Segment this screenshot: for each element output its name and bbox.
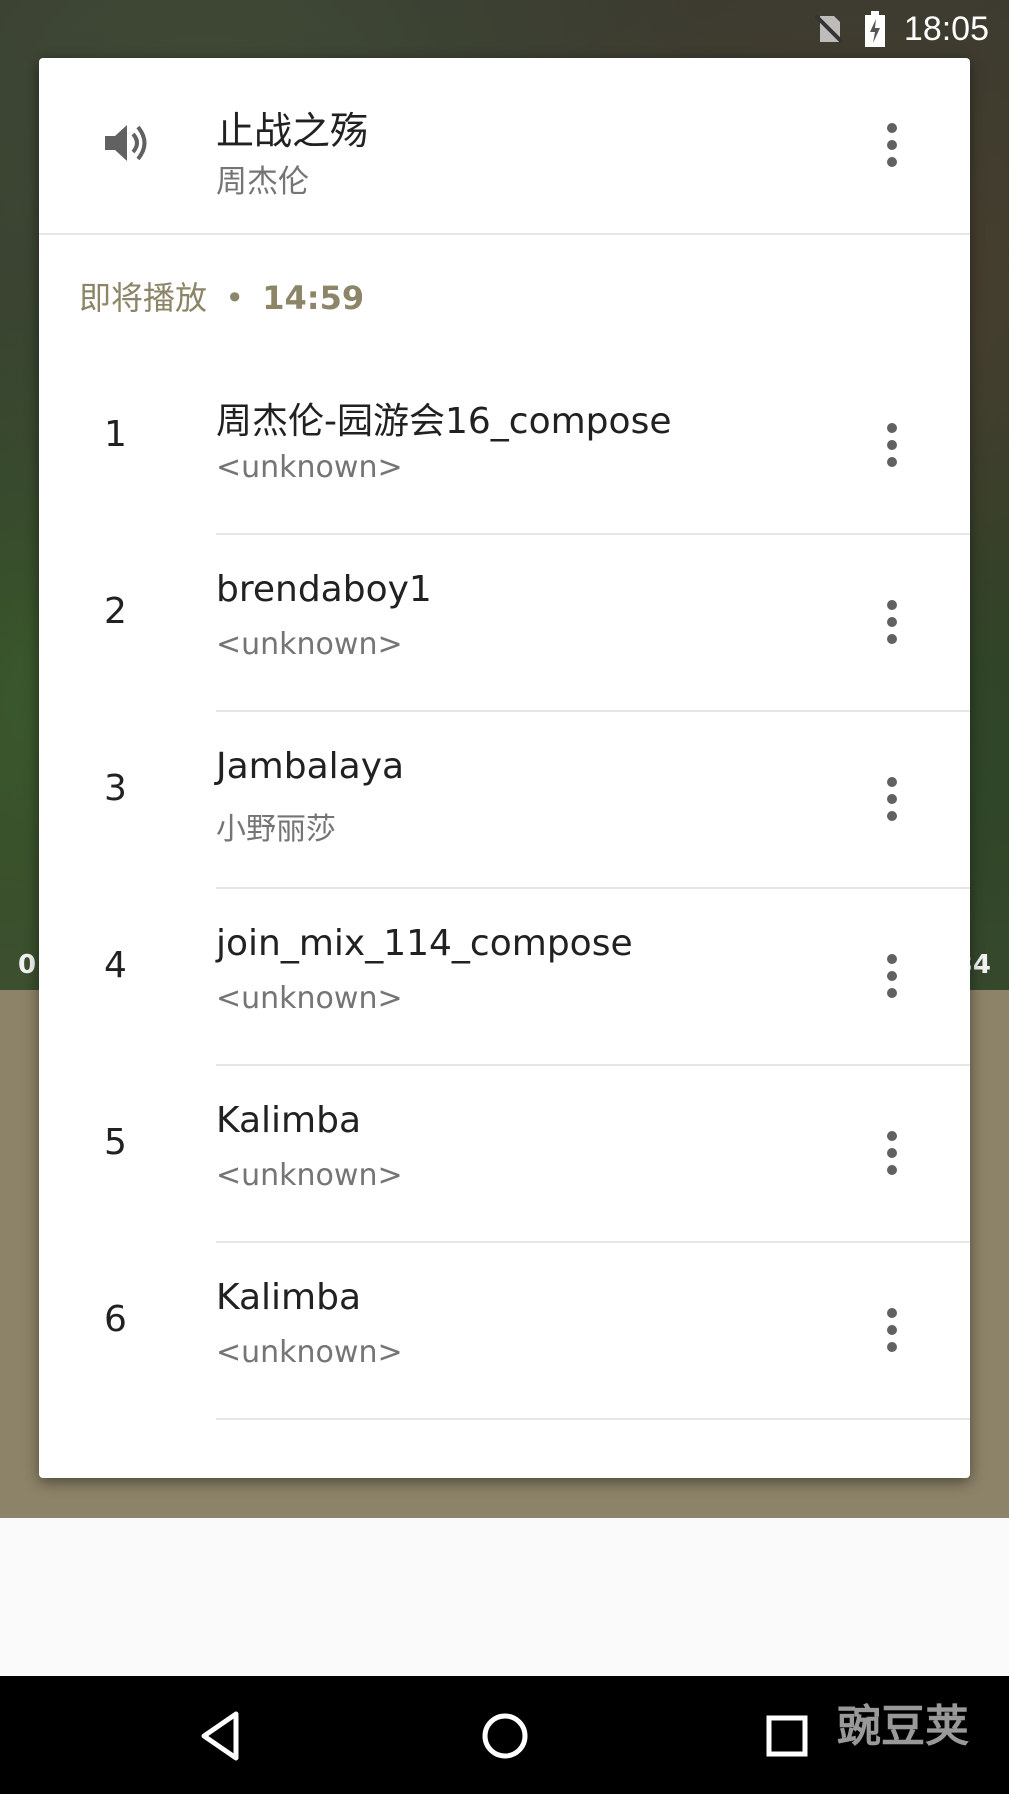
up-next-duration: 14:59 [262,279,365,317]
up-next-label: 即将播放 [79,279,208,317]
track-number: 4 [104,945,127,986]
more-options-icon[interactable] [872,415,912,475]
more-options-icon[interactable] [872,592,912,652]
recent-apps-icon[interactable] [757,1706,817,1766]
more-options-icon[interactable] [872,1123,912,1183]
track-number: 6 [104,1299,127,1340]
track-artist: <unknown> [216,450,403,485]
queue-item[interactable]: 1 周杰伦-园游会16_compose <unknown> [39,358,970,535]
queue-item[interactable]: 5 Kalimba <unknown> [39,1066,970,1243]
now-playing-row[interactable]: 止战之殇 周杰伦 [39,58,970,235]
now-playing-artist: 周杰伦 [216,164,309,200]
more-options-icon[interactable] [872,1300,912,1360]
queue-list: 1 周杰伦-园游会16_compose <unknown> 2 brendabo… [39,358,970,1420]
queue-item[interactable]: 4 join_mix_114_compose <unknown> [39,889,970,1066]
track-title: join_mix_114_compose [216,923,633,964]
battery-charging-icon [864,11,885,47]
track-artist: 小野丽莎 [216,812,336,847]
now-playing-title: 止战之殇 [216,109,369,153]
status-time: 18:05 [903,9,989,48]
track-title: Kalimba [216,1277,362,1318]
track-artist: <unknown> [216,981,403,1016]
watermark-logo: 豌豆荚 [837,1701,969,1752]
more-options-icon[interactable] [872,115,912,175]
track-title: Jambalaya [216,746,405,787]
track-number: 1 [104,414,127,455]
separator-dot: • [225,279,245,317]
status-bar: 18:05 [0,0,1009,58]
divider [216,1418,970,1420]
track-title: Kalimba [216,1100,362,1141]
track-number: 5 [104,1122,127,1163]
queue-item[interactable]: 2 brendaboy1 <unknown> [39,535,970,712]
track-artist: <unknown> [216,627,403,662]
more-options-icon[interactable] [872,769,912,829]
track-title: brendaboy1 [216,569,432,610]
up-next-header: 即将播放 • 14:59 [79,273,364,319]
home-icon[interactable] [475,1706,535,1766]
back-icon[interactable] [192,1706,252,1766]
no-sim-icon [814,14,844,44]
track-artist: <unknown> [216,1158,403,1193]
queue-dialog: 止战之殇 周杰伦 即将播放 • 14:59 1 周杰伦-园游会16_compos… [39,58,970,1478]
queue-item[interactable]: 3 Jambalaya 小野丽莎 [39,712,970,889]
track-artist: <unknown> [216,1335,403,1370]
volume-icon [105,125,147,161]
track-title: 周杰伦-园游会16_compose [216,401,672,442]
queue-item[interactable]: 6 Kalimba <unknown> [39,1243,970,1420]
track-number: 3 [104,768,127,809]
more-options-icon[interactable] [872,946,912,1006]
track-number: 2 [104,591,127,632]
